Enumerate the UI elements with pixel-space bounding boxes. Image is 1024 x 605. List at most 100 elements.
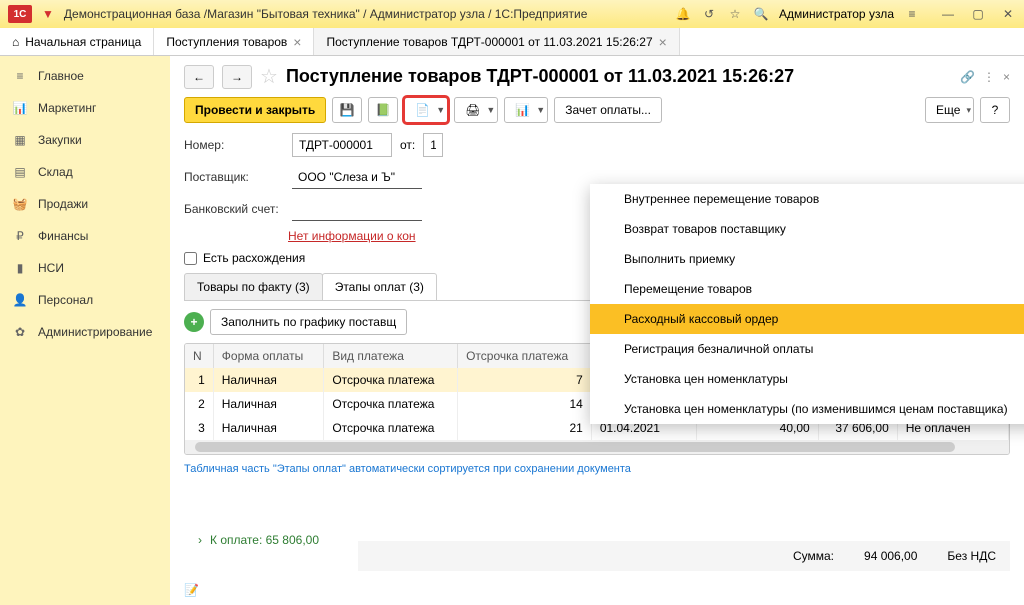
to-pay-link[interactable]: К оплате: 65 806,00 <box>210 533 319 547</box>
toolbar: Провести и закрыть 💾 📗 📄▼ 🖨▼ 📊▼ Зачет оп… <box>184 97 1010 123</box>
settings-icon[interactable]: ≡ <box>904 6 920 22</box>
sidebar-item-warehouse[interactable]: ▤Склад <box>0 156 170 188</box>
column-header[interactable]: Отсрочка платежа <box>458 344 592 368</box>
menu-icon: ≡ <box>12 68 28 84</box>
caret-down-icon: ▼ <box>536 105 545 115</box>
tab-close-icon[interactable]: × <box>659 34 667 50</box>
history-icon[interactable]: ↺ <box>701 6 717 22</box>
arrow-right-icon: › <box>198 533 202 547</box>
tab-home[interactable]: ⌂ Начальная страница <box>0 28 154 55</box>
menu-item[interactable]: Выполнить приемку <box>590 244 1024 274</box>
bank-field[interactable] <box>292 197 422 221</box>
supplier-label: Поставщик: <box>184 170 284 184</box>
more-icon[interactable]: ⋮ <box>983 70 995 84</box>
floppy-icon: 💾 <box>340 103 355 117</box>
page-title: Поступление товаров ТДРТ-000001 от 11.03… <box>286 66 952 87</box>
favorite-icon[interactable]: ☆ <box>260 64 278 89</box>
tab-document[interactable]: Поступление товаров ТДРТ-000001 от 11.03… <box>314 28 679 55</box>
box-icon: ▦ <box>12 132 28 148</box>
nav-forward-button[interactable]: → <box>222 65 252 89</box>
link-icon[interactable]: 🔗 <box>960 70 975 84</box>
column-header[interactable]: N <box>185 344 213 368</box>
discrepancies-checkbox[interactable] <box>184 252 197 265</box>
tab-close-icon[interactable]: × <box>293 34 301 50</box>
tab-label: Поступление товаров ТДРТ-000001 от 11.03… <box>326 35 652 49</box>
titlebar: 1С ▼ Демонстрационная база /Магазин "Быт… <box>0 0 1024 28</box>
sidebar-item-marketing[interactable]: 📊Маркетинг <box>0 92 170 124</box>
more-button[interactable]: Еще▾ <box>925 97 974 123</box>
bell-icon[interactable]: 🔔 <box>675 6 691 22</box>
search-icon[interactable]: 🔍 <box>753 6 769 22</box>
minimize-icon[interactable]: — <box>940 6 956 22</box>
sidebar-item-sales[interactable]: 🧺Продажи <box>0 188 170 220</box>
create-based-on-menu: Внутреннее перемещение товаровВозврат то… <box>590 184 1024 424</box>
note-icon[interactable]: 📝 <box>184 583 199 597</box>
home-icon: ⌂ <box>12 35 19 49</box>
warehouse-icon: ▤ <box>12 164 28 180</box>
sidebar-item-purchases[interactable]: ▦Закупки <box>0 124 170 156</box>
horizontal-scrollbar[interactable] <box>185 440 1009 454</box>
tab-label: Поступления товаров <box>166 35 287 49</box>
star-icon[interactable]: ☆ <box>727 6 743 22</box>
ruble-icon: ₽ <box>12 228 28 244</box>
maximize-icon[interactable]: ▢ <box>970 6 986 22</box>
supplier-field[interactable] <box>292 165 422 189</box>
scrollbar-thumb[interactable] <box>195 442 955 452</box>
menu-item[interactable]: Установка цен номенклатуры (по изменивши… <box>590 394 1024 424</box>
post-icon: 📗 <box>376 103 391 117</box>
tab-home-label: Начальная страница <box>25 35 141 49</box>
sidebar-item-nsi[interactable]: ▮НСИ <box>0 252 170 284</box>
hamburger-icon[interactable]: ▼ <box>42 7 54 21</box>
nav-back-button[interactable]: ← <box>184 65 214 89</box>
discrepancies-label: Есть расхождения <box>203 251 305 265</box>
gear-icon: ✿ <box>12 324 28 340</box>
window-title: Демонстрационная база /Магазин "Бытовая … <box>64 7 665 21</box>
number-field[interactable] <box>292 133 392 157</box>
post-button[interactable]: 📗 <box>368 97 398 123</box>
post-and-close-button[interactable]: Провести и закрыть <box>184 97 326 123</box>
sidebar-item-admin[interactable]: ✿Администрирование <box>0 316 170 348</box>
tab-receipts[interactable]: Поступления товаров × <box>154 28 314 55</box>
content: ← → ☆ Поступление товаров ТДРТ-000001 от… <box>170 56 1024 605</box>
caret-down-icon: ▼ <box>436 105 445 115</box>
menu-item[interactable]: Перемещение товаров <box>590 274 1024 304</box>
menu-item[interactable]: Расходный кассовый ордер <box>590 304 1024 334</box>
save-button[interactable]: 💾 <box>332 97 362 123</box>
report-button[interactable]: 📊▼ <box>504 97 548 123</box>
printer-icon: 🖨 <box>465 103 480 117</box>
create-based-on-button[interactable]: 📄▼ <box>404 97 448 123</box>
bank-label: Банковский счет: <box>184 202 284 216</box>
sum-value: 94 006,00 <box>864 549 917 563</box>
column-header[interactable]: Форма оплаты <box>213 344 324 368</box>
add-row-button[interactable]: + <box>184 312 204 332</box>
from-label: от: <box>400 138 415 152</box>
user-label[interactable]: Администратор узла <box>779 7 894 21</box>
sidebar-item-finance[interactable]: ₽Финансы <box>0 220 170 252</box>
fill-schedule-button[interactable]: Заполнить по графику поставщ <box>210 309 407 335</box>
close-icon[interactable]: ✕ <box>1000 6 1016 22</box>
menu-item[interactable]: Возврат товаров поставщику <box>590 214 1024 244</box>
sidebar-item-main[interactable]: ≡Главное <box>0 60 170 92</box>
footer-totals: Сумма: 94 006,00 Без НДС <box>358 541 1010 571</box>
sidebar-item-personnel[interactable]: 👤Персонал <box>0 284 170 316</box>
menu-item[interactable]: Внутреннее перемещение товаров <box>590 184 1024 214</box>
basket-icon: 🧺 <box>12 196 28 212</box>
close-panel-icon[interactable]: × <box>1003 70 1010 84</box>
offset-payment-button[interactable]: Зачет оплаты... <box>554 97 662 123</box>
person-icon: 👤 <box>12 292 28 308</box>
sum-label: Сумма: <box>793 549 834 563</box>
doc-green-icon: 📄 <box>415 103 430 117</box>
book-icon: ▮ <box>12 260 28 276</box>
tab-payments[interactable]: Этапы оплат (3) <box>322 273 437 300</box>
tabs-bar: ⌂ Начальная страница Поступления товаров… <box>0 28 1024 56</box>
column-header[interactable]: Вид платежа <box>324 344 458 368</box>
print-button[interactable]: 🖨▼ <box>454 97 498 123</box>
tab-goods[interactable]: Товары по факту (3) <box>184 273 323 300</box>
menu-item[interactable]: Установка цен номенклатуры <box>590 364 1024 394</box>
menu-item[interactable]: Регистрация безналичной оплаты <box>590 334 1024 364</box>
help-button[interactable]: ? <box>980 97 1010 123</box>
sidebar: ≡Главное 📊Маркетинг ▦Закупки ▤Склад 🧺Про… <box>0 56 170 605</box>
number-label: Номер: <box>184 138 284 152</box>
vat-label[interactable]: Без НДС <box>947 549 996 563</box>
date-field[interactable] <box>423 133 443 157</box>
